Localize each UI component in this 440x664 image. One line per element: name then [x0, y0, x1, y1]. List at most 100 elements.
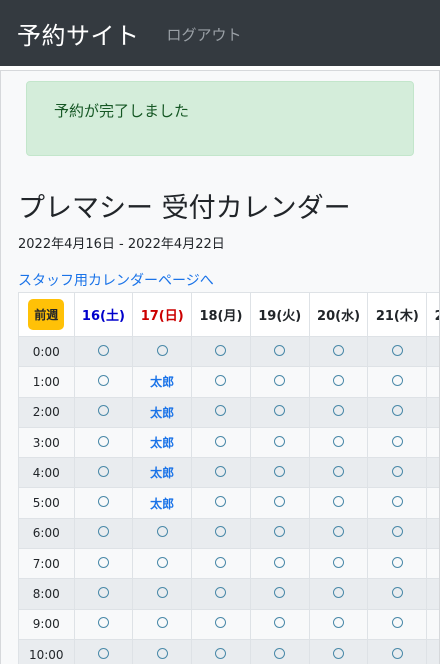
time-label: 5:00	[18, 487, 75, 519]
slot-cell[interactable]	[132, 335, 193, 368]
slot-cell[interactable]	[191, 638, 251, 664]
available-circle-icon	[333, 526, 345, 538]
slot-cell[interactable]	[308, 608, 369, 640]
available-circle-icon	[391, 526, 403, 538]
prev-week-button[interactable]: 前週	[28, 299, 65, 330]
slot-cell[interactable]	[426, 517, 439, 550]
slot-cell[interactable]	[73, 578, 134, 610]
slot-cell[interactable]	[249, 608, 310, 640]
slot-cell[interactable]	[191, 335, 251, 368]
slot-cell[interactable]	[367, 548, 428, 580]
slot-cell[interactable]	[73, 426, 134, 459]
slot-cell[interactable]	[249, 335, 310, 368]
available-circle-icon	[97, 496, 109, 508]
time-row: 9:00	[18, 608, 439, 640]
slot-cell[interactable]	[249, 517, 310, 550]
slot-cell[interactable]	[367, 487, 428, 519]
slot-cell[interactable]	[249, 578, 310, 610]
slot-cell[interactable]: 太郎	[132, 457, 193, 489]
slot-cell[interactable]	[191, 548, 251, 580]
slot-cell[interactable]: 太郎	[132, 396, 193, 428]
slot-cell[interactable]	[426, 487, 439, 519]
slot-cell[interactable]	[367, 396, 428, 428]
slot-cell[interactable]	[73, 517, 134, 550]
slot-cell[interactable]	[308, 426, 369, 459]
slot-cell[interactable]	[426, 608, 439, 640]
staff-calendar-link[interactable]: スタッフ用カレンダーページへ	[18, 270, 214, 290]
slot-cell[interactable]	[73, 608, 134, 640]
slot-cell[interactable]	[249, 638, 310, 664]
time-row: 6:00	[18, 517, 439, 550]
slot-cell[interactable]	[191, 487, 251, 519]
slot-cell[interactable]	[191, 608, 251, 640]
available-circle-icon	[274, 617, 286, 629]
slot-cell[interactable]	[308, 366, 369, 398]
slot-cell[interactable]	[249, 366, 310, 398]
site-brand[interactable]: 予約サイト	[17, 16, 140, 51]
slot-cell[interactable]	[73, 335, 134, 368]
slot-cell[interactable]	[73, 396, 134, 428]
slot-cell[interactable]	[426, 335, 439, 368]
day-header: 17(日)	[132, 292, 193, 337]
slot-cell[interactable]	[249, 396, 310, 428]
slot-cell[interactable]	[132, 548, 193, 580]
slot-cell[interactable]	[308, 548, 369, 580]
slot-cell[interactable]	[132, 608, 193, 640]
slot-cell[interactable]	[191, 366, 251, 398]
slot-cell[interactable]	[426, 366, 439, 398]
available-circle-icon	[215, 496, 227, 508]
slot-cell[interactable]	[191, 517, 251, 550]
booked-name: 太郎	[150, 466, 175, 481]
slot-cell[interactable]: 太郎	[132, 487, 193, 519]
available-circle-icon	[274, 465, 286, 477]
slot-cell[interactable]	[426, 426, 439, 459]
slot-cell[interactable]	[249, 426, 310, 459]
slot-cell[interactable]	[426, 457, 439, 489]
calendar-scroll-area[interactable]: 前週 16(土)17(日)18(月)19(火)20(水)21(木)22(金) 0…	[18, 292, 439, 664]
slot-cell[interactable]	[308, 457, 369, 489]
navbar: 予約サイト ログアウト	[0, 0, 440, 66]
logout-link[interactable]: ログアウト	[167, 24, 242, 45]
slot-cell[interactable]	[367, 426, 428, 459]
slot-cell[interactable]	[191, 426, 251, 459]
slot-cell[interactable]	[367, 335, 428, 368]
slot-cell[interactable]	[249, 548, 310, 580]
slot-cell[interactable]	[132, 638, 193, 664]
slot-cell[interactable]	[367, 366, 428, 398]
slot-cell[interactable]	[308, 335, 369, 368]
slot-cell[interactable]	[367, 517, 428, 550]
slot-cell[interactable]	[426, 578, 439, 610]
slot-cell[interactable]: 太郎	[132, 426, 193, 459]
slot-cell[interactable]	[308, 487, 369, 519]
slot-cell[interactable]	[426, 548, 439, 580]
available-circle-icon	[274, 344, 286, 356]
slot-cell[interactable]	[73, 457, 134, 489]
slot-cell[interactable]	[73, 548, 134, 580]
slot-cell[interactable]: 太郎	[132, 366, 193, 398]
available-circle-icon	[274, 496, 286, 508]
slot-cell[interactable]	[367, 578, 428, 610]
available-circle-icon	[274, 405, 286, 417]
slot-cell[interactable]	[132, 578, 193, 610]
slot-cell[interactable]	[132, 517, 193, 550]
slot-cell[interactable]	[367, 608, 428, 640]
slot-cell[interactable]	[308, 638, 369, 664]
slot-cell[interactable]	[191, 578, 251, 610]
slot-cell[interactable]	[191, 396, 251, 428]
slot-cell[interactable]	[73, 487, 134, 519]
slot-cell[interactable]	[367, 457, 428, 489]
slot-cell[interactable]	[367, 638, 428, 664]
slot-cell[interactable]	[249, 457, 310, 489]
slot-cell[interactable]	[249, 487, 310, 519]
available-circle-icon	[333, 647, 345, 659]
slot-cell[interactable]	[308, 517, 369, 550]
slot-cell[interactable]	[191, 457, 251, 489]
slot-cell[interactable]	[308, 578, 369, 610]
slot-cell[interactable]	[73, 638, 134, 664]
slot-cell[interactable]	[426, 396, 439, 428]
slot-cell[interactable]	[73, 366, 134, 398]
slot-cell[interactable]	[426, 638, 439, 664]
slot-cell[interactable]	[308, 396, 369, 428]
time-row: 10:00	[18, 638, 439, 664]
available-circle-icon	[97, 405, 109, 417]
